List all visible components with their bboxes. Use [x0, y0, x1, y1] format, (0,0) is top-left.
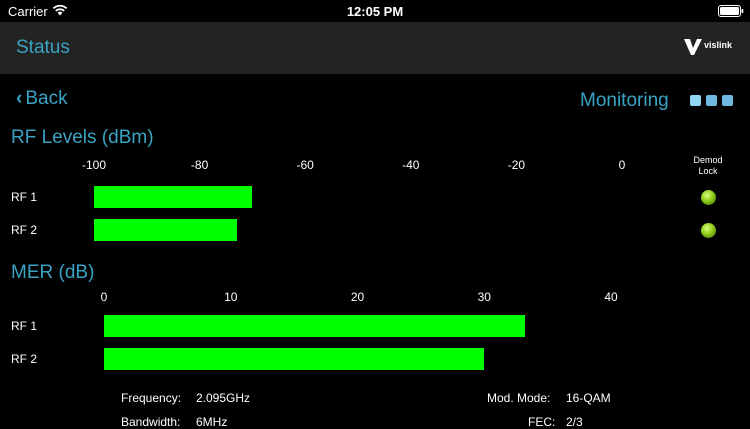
level-bar	[94, 219, 237, 241]
row-label: RF 1	[11, 190, 38, 204]
mod-mode-label: Mod. Mode:	[487, 391, 551, 405]
mod-mode-value: 16-QAM	[566, 391, 611, 405]
monitoring-label: Monitoring	[580, 90, 669, 111]
axis-tick-label: -60	[296, 158, 314, 172]
axis-tick-label: -40	[402, 158, 420, 172]
axis-tick-label: 0	[100, 290, 108, 304]
axis-tick-label: 10	[224, 290, 238, 304]
battery-icon	[718, 5, 744, 17]
row-label: RF 1	[11, 319, 38, 333]
axis-tick-label: 20	[350, 290, 365, 304]
level-bar	[104, 348, 485, 370]
back-label: Back	[25, 88, 68, 109]
fec-value: 2/3	[566, 415, 583, 429]
back-button[interactable]: ‹ Back	[16, 88, 68, 110]
mer-title: MER (dB)	[11, 262, 95, 283]
bandwidth-label: Bandwidth:	[121, 415, 181, 429]
axis-tick-label: 30	[477, 290, 491, 304]
level-bar	[94, 186, 253, 208]
axis-tick-label: -80	[190, 158, 209, 172]
page-dot	[690, 95, 701, 106]
frequency-label: Frequency:	[121, 391, 182, 405]
fec-label: FEC:	[528, 415, 556, 429]
demod-lock-led	[701, 190, 716, 205]
frequency-value: 2.095GHz	[196, 391, 251, 405]
page-title: Status	[16, 37, 70, 58]
row-label: RF 2	[11, 223, 38, 237]
bandwidth-value: 6MHz	[196, 415, 228, 429]
axis-tick-label: -100	[81, 158, 107, 172]
app-header	[0, 22, 750, 74]
chevron-left-icon: ‹	[16, 88, 23, 109]
axis-tick-label: -20	[507, 158, 526, 172]
rf-levels-title: RF Levels (dBm)	[11, 127, 154, 148]
page-dot	[722, 95, 733, 106]
row-label: RF 2	[11, 352, 38, 366]
level-bar	[104, 315, 525, 337]
demod-lock-led	[701, 223, 716, 238]
axis-tick-label: 40	[604, 290, 618, 304]
brand-logo-text: vislink	[704, 40, 733, 50]
demod-lock-header: Demod Lock	[693, 155, 723, 176]
clock: 12:05 PM	[346, 4, 404, 19]
page-dot	[706, 95, 717, 106]
axis-tick-label: 0	[618, 158, 626, 172]
